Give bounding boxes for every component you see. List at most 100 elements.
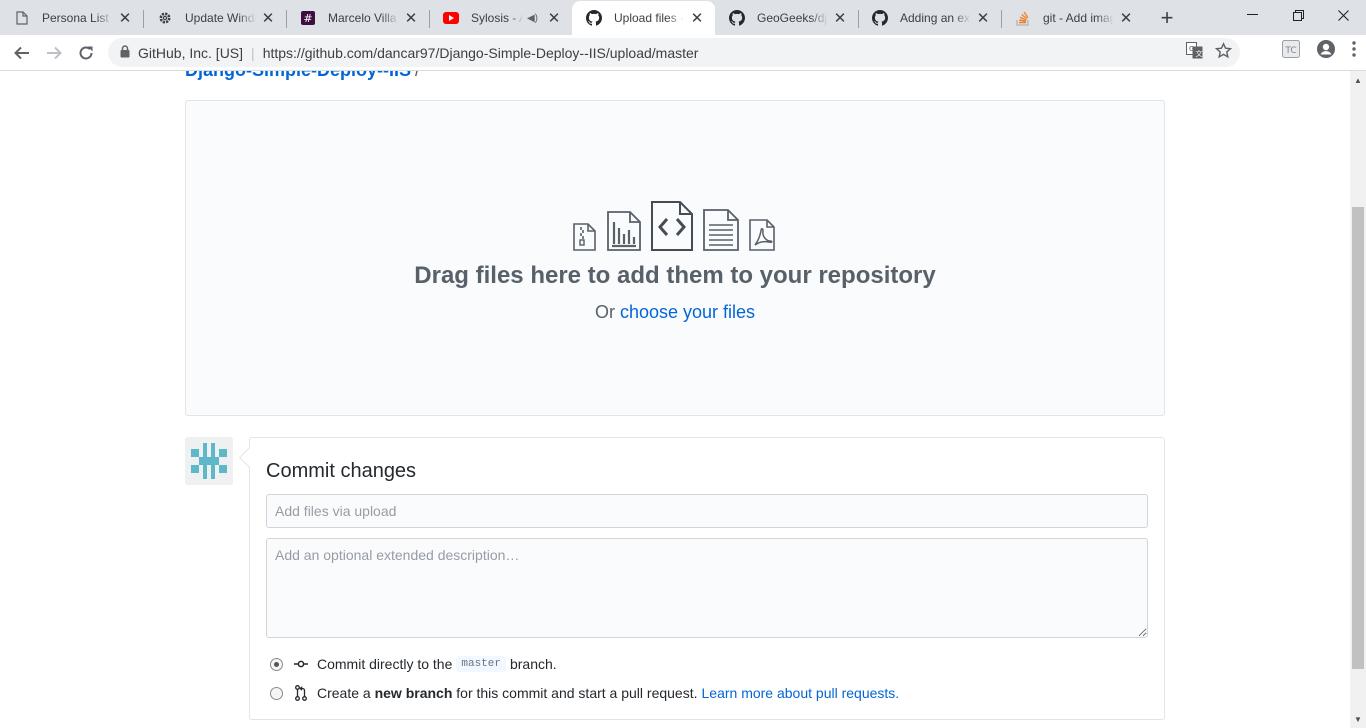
or-label: Or [594, 302, 615, 322]
branch-name: master [456, 656, 506, 672]
tab-title: Persona List – [42, 11, 113, 25]
git-commit-icon [293, 656, 309, 672]
repo-name-link[interactable]: Django-Simple-Deploy--IIS [185, 71, 411, 80]
site-identity: GitHub, Inc. [US] [138, 44, 244, 61]
page-scrollbar[interactable]: ▲ ▼ [1350, 71, 1366, 728]
close-icon[interactable]: ✕ [117, 10, 133, 27]
tab-title: git - Add imag [1043, 11, 1114, 25]
tab-marcelo-villa[interactable]: # Marcelo Villa | ✕ [286, 1, 429, 35]
git-pull-request-icon [293, 685, 309, 701]
github-icon [729, 10, 745, 26]
address-bar[interactable]: GitHub, Inc. [US] | https://github.com/d… [108, 38, 1240, 67]
restore-icon [1292, 9, 1304, 21]
new-branch-prefix: Create a [317, 685, 371, 701]
minimize-icon [1246, 14, 1258, 15]
tab-strip: Persona List – ✕ Update Windo ✕ # Marcel… [0, 0, 1366, 35]
tab-geogeeks[interactable]: GeoGeeks/dja ✕ [715, 1, 858, 35]
commit-summary-input[interactable] [266, 494, 1148, 528]
slack-icon: # [300, 10, 316, 26]
new-branch-bold: new branch [374, 685, 453, 701]
tab-title: Adding an exis [900, 11, 971, 25]
back-arrow-icon [14, 46, 29, 60]
breadcrumb: Django-Simple-Deploy--IIS / [185, 71, 420, 81]
menu-kebab-icon[interactable] [1352, 41, 1356, 62]
close-icon[interactable]: ✕ [975, 10, 991, 27]
document-icon [14, 10, 30, 26]
github-icon [872, 10, 888, 26]
commit-direct-radio[interactable] [270, 657, 283, 671]
tab-title: GeoGeeks/dja [757, 11, 828, 25]
commit-direct-prefix: Commit directly to the [317, 656, 453, 672]
gear-icon [157, 10, 173, 26]
scroll-down-icon[interactable]: ▼ [1350, 712, 1366, 726]
reload-button[interactable] [72, 39, 100, 67]
close-icon[interactable]: ✕ [546, 10, 562, 27]
close-icon[interactable]: ✕ [832, 10, 848, 27]
scrollbar-thumb[interactable] [1352, 207, 1364, 669]
svg-text:G: G [1189, 45, 1194, 53]
tab-title: Marcelo Villa | [328, 11, 399, 25]
breadcrumb-separator: / [415, 71, 420, 80]
tab-title: Update Windo [185, 11, 256, 25]
close-icon[interactable]: ✕ [403, 10, 419, 27]
divider: | [251, 44, 255, 61]
profile-icon[interactable] [1316, 39, 1336, 64]
commit-direct-option[interactable]: Commit directly to the master branch. [270, 656, 557, 672]
close-icon[interactable]: ✕ [689, 10, 705, 27]
new-branch-option[interactable]: Create a new branch for this commit and … [270, 685, 899, 701]
file-drop-zone[interactable]: Drag files here to add them to your repo… [185, 100, 1165, 416]
tab-title: Sylosis - A [471, 11, 523, 25]
tab-update-windows[interactable]: Update Windo ✕ [143, 1, 286, 35]
translate-icon[interactable]: G文 [1186, 42, 1203, 62]
page-content: Django-Simple-Deploy--IIS / [0, 71, 1350, 728]
forward-arrow-icon [47, 46, 62, 60]
learn-more-pull-requests-link[interactable]: Learn more about pull requests. [702, 685, 900, 701]
tab-title: Upload files · d [614, 11, 685, 25]
github-icon [586, 10, 602, 26]
back-button[interactable] [8, 39, 36, 67]
zip-file-icon [573, 223, 596, 251]
identicon-icon [185, 437, 233, 485]
restore-button[interactable] [1275, 0, 1321, 30]
close-window-button[interactable] [1320, 0, 1366, 30]
new-branch-suffix: for this commit and start a pull request… [456, 685, 698, 701]
close-icon[interactable]: ✕ [1118, 10, 1134, 27]
chart-file-icon [607, 211, 641, 251]
new-branch-radio[interactable] [270, 686, 283, 700]
commit-description-input[interactable] [266, 538, 1148, 638]
text-file-icon [703, 209, 739, 251]
extension-icon[interactable]: TC [1282, 40, 1300, 63]
tab-adding-existing[interactable]: Adding an exis ✕ [858, 1, 1001, 35]
scroll-up-icon[interactable]: ▲ [1350, 73, 1366, 87]
code-file-icon [651, 201, 693, 251]
file-type-icons [572, 200, 776, 252]
tab-git-add-image[interactable]: git - Add imag ✕ [1001, 1, 1144, 35]
svg-text:TC: TC [1284, 46, 1296, 56]
new-tab-button[interactable]: + [1150, 1, 1184, 35]
commit-direct-suffix: branch. [509, 656, 557, 672]
avatar[interactable] [185, 437, 233, 485]
svg-text:文: 文 [1196, 49, 1203, 58]
browser-toolbar: GitHub, Inc. [US] | https://github.com/d… [0, 35, 1366, 71]
pdf-file-icon [749, 219, 775, 251]
bookmark-star-icon[interactable] [1214, 42, 1233, 62]
drop-zone-subtitle: Or choose your files [186, 302, 1164, 323]
lock-icon[interactable] [120, 44, 130, 61]
close-icon[interactable]: ✕ [260, 10, 276, 27]
commit-title: Commit changes [266, 460, 417, 482]
minimize-button[interactable] [1229, 0, 1275, 30]
svg-text:#: # [303, 12, 312, 25]
close-icon [1337, 9, 1349, 21]
tab-upload-files[interactable]: Upload files · d ✕ [572, 1, 715, 35]
reload-icon [79, 46, 93, 60]
choose-files-link[interactable]: choose your files [620, 302, 755, 322]
speaker-icon[interactable]: ◀) [527, 13, 538, 24]
commit-changes-form: Commit changes Commit directly to the ma… [249, 437, 1165, 720]
url-text[interactable]: https://github.com/dancar97/Django-Simpl… [263, 45, 699, 61]
stackoverflow-icon [1015, 10, 1031, 26]
tab-persona-list[interactable]: Persona List – ✕ [0, 1, 143, 35]
youtube-icon [443, 10, 459, 26]
forward-button[interactable] [40, 39, 68, 67]
drop-zone-title: Drag files here to add them to your repo… [414, 262, 936, 289]
tab-sylosis[interactable]: Sylosis - A ◀) ✕ [429, 1, 572, 35]
